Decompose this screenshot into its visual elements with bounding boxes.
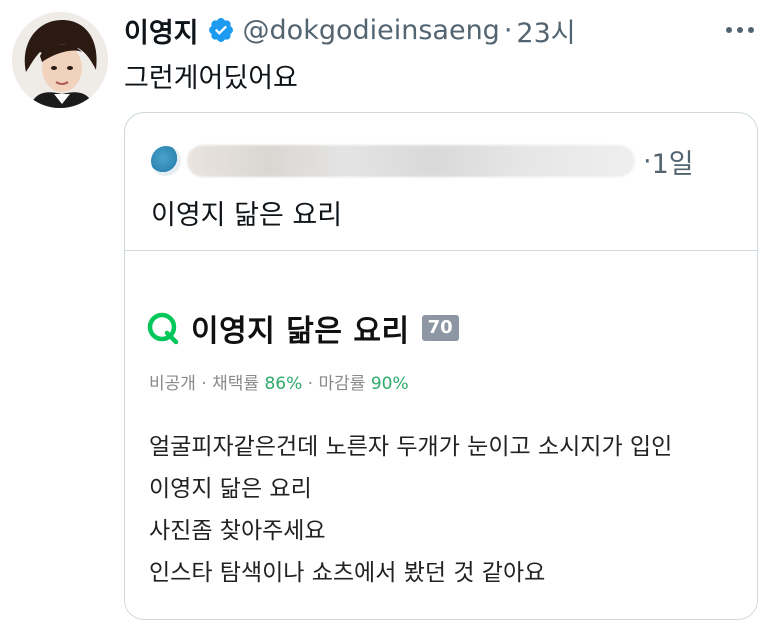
more-options-icon — [726, 27, 754, 33]
visibility-label: 비공개 — [149, 374, 196, 394]
blurred-username — [187, 145, 635, 177]
question-meta: 비공개 · 채택률 86% · 마감률 90% — [149, 369, 409, 394]
meta-separator: · — [302, 374, 319, 394]
question-title-row: 이영지 닮은 요리 70 — [145, 305, 459, 351]
more-options-button[interactable] — [722, 18, 758, 42]
avatar[interactable] — [12, 12, 108, 108]
question-body-line: 얼굴피자같은건데 노른자 두개가 눈이고 소시지가 입인 — [149, 434, 673, 460]
separator-dot: · — [643, 145, 652, 177]
deadline-rate-label: 마감률 — [318, 374, 366, 394]
question-body-line: 인스타 탐색이나 쇼츠에서 봤던 것 같아요 — [149, 560, 546, 586]
quoted-tweet-text: 이영지 닮은 요리 — [151, 200, 343, 231]
points-badge: 70 — [421, 315, 459, 341]
question-body-line: 이영지 닮은 요리 — [149, 476, 312, 502]
meta-separator: · — [195, 374, 213, 394]
question-title: 이영지 닮은 요리 — [191, 314, 410, 349]
deadline-rate-value: 90% — [370, 374, 409, 394]
quoted-timestamp[interactable]: 1일 — [652, 142, 694, 181]
separator-dot: · — [503, 14, 513, 46]
quoted-tweet-header: · 1일 — [151, 141, 694, 181]
question-body-line: 사진좀 찾아주세요 — [149, 518, 326, 544]
display-name[interactable]: 이영지 — [124, 11, 199, 50]
tweet-header: 이영지 @dokgodieinsaeng · 23시 — [124, 10, 576, 50]
quoted-tweet-card[interactable]: · 1일 이영지 닮은 요리 이영지 닮은 요리 70 비공개 · 채택률 86… — [124, 112, 758, 620]
q-logo-icon — [145, 310, 181, 346]
adopt-rate-value: 86% — [264, 374, 303, 394]
quoted-avatar[interactable] — [151, 146, 181, 176]
avatar-photo — [12, 12, 108, 108]
adopt-rate-label: 채택률 — [212, 374, 260, 394]
tweet-text: 그런게어딨어요 — [124, 63, 298, 94]
user-handle[interactable]: @dokgodieinsaeng — [243, 15, 500, 46]
quoted-media-image[interactable]: 이영지 닮은 요리 70 비공개 · 채택률 86% · 마감률 90% 얼굴피… — [125, 251, 757, 619]
verified-badge-icon[interactable] — [207, 16, 235, 44]
tweet-timestamp[interactable]: 23시 — [516, 11, 575, 50]
question-body: 얼굴피자같은건데 노른자 두개가 눈이고 소시지가 입인 이영지 닮은 요리 사… — [149, 426, 672, 594]
